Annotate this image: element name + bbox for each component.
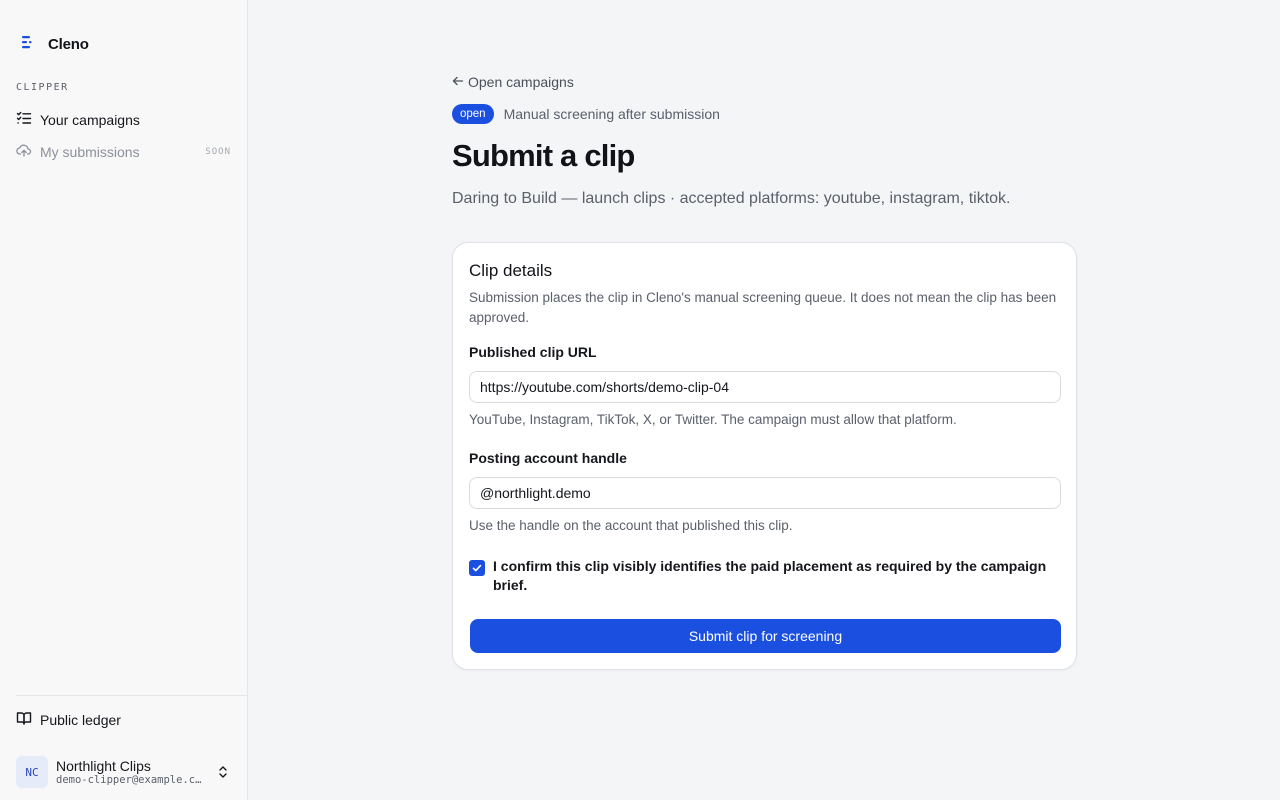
page-subtitle: Daring to Build — launch clips · accepte… [452, 190, 1011, 207]
clip-url-label: Published clip URL [469, 344, 597, 360]
sidebar-footer: Public ledger NC Northlight Clips demo-c… [0, 695, 247, 800]
handle-hint: Use the handle on the account that publi… [469, 518, 793, 533]
account-email: demo-clipper@example.com [56, 774, 206, 786]
sidebar-item-your-campaigns[interactable]: Your campaigns [0, 104, 247, 136]
app-shell: Cleno CLIPPER Your campaigns My submissi… [0, 0, 1280, 800]
soon-badge: SOON [205, 147, 231, 157]
status-badge: open [452, 104, 494, 124]
screening-note: Manual screening after submission [503, 106, 720, 122]
confirm-checkbox[interactable] [469, 560, 485, 576]
back-link-label: Open campaigns [468, 74, 574, 90]
account-info: Northlight Clips demo-clipper@example.co… [56, 758, 206, 786]
page-title: Submit a clip [452, 138, 635, 173]
public-ledger-label: Public ledger [40, 712, 121, 728]
cloud-upload-icon [16, 142, 32, 163]
clip-details-card: Clip details Submission places the clip … [452, 242, 1077, 670]
public-ledger-link[interactable]: Public ledger [0, 696, 247, 744]
clip-url-input[interactable] [469, 371, 1061, 403]
sidebar-item-label: My submissions [40, 144, 140, 160]
sidebar-item-label: Your campaigns [40, 112, 140, 128]
submit-clip-page: Open campaigns open Manual screening aft… [452, 72, 1077, 670]
avatar: NC [16, 756, 48, 788]
campaign-meta: open Manual screening after submission [452, 104, 1076, 124]
list-check-icon [16, 110, 32, 131]
confirm-label[interactable]: I confirm this clip visibly identifies t… [493, 557, 1060, 595]
sidebar-nav: Your campaigns My submissions SOON [0, 104, 247, 168]
sidebar-section-label: CLIPPER [16, 82, 69, 93]
cleno-logo-icon [20, 34, 36, 55]
chevrons-up-down-icon[interactable] [215, 764, 231, 780]
account-name: Northlight Clips [56, 758, 151, 774]
brand[interactable]: Cleno [0, 0, 247, 64]
book-icon [16, 710, 32, 731]
submit-clip-button[interactable]: Submit clip for screening [470, 619, 1061, 653]
account-switcher[interactable]: NC Northlight Clips demo-clipper@example… [0, 744, 247, 800]
app-name: Cleno [48, 35, 89, 53]
main-content: Open campaigns open Manual screening aft… [248, 0, 1280, 800]
card-title: Clip details [469, 261, 553, 280]
check-icon [472, 564, 482, 572]
arrow-left-icon [452, 74, 464, 90]
sidebar: Cleno CLIPPER Your campaigns My submissi… [0, 0, 248, 800]
handle-label: Posting account handle [469, 450, 627, 466]
handle-input[interactable] [469, 477, 1061, 509]
back-to-open-campaigns-link[interactable]: Open campaigns [452, 72, 1076, 92]
sidebar-item-my-submissions[interactable]: My submissions SOON [0, 136, 247, 168]
confirm-row: I confirm this clip visibly identifies t… [469, 557, 1060, 595]
card-description: Submission places the clip in Cleno's ma… [469, 290, 1057, 325]
clip-url-hint: YouTube, Instagram, TikTok, X, or Twitte… [469, 412, 957, 427]
